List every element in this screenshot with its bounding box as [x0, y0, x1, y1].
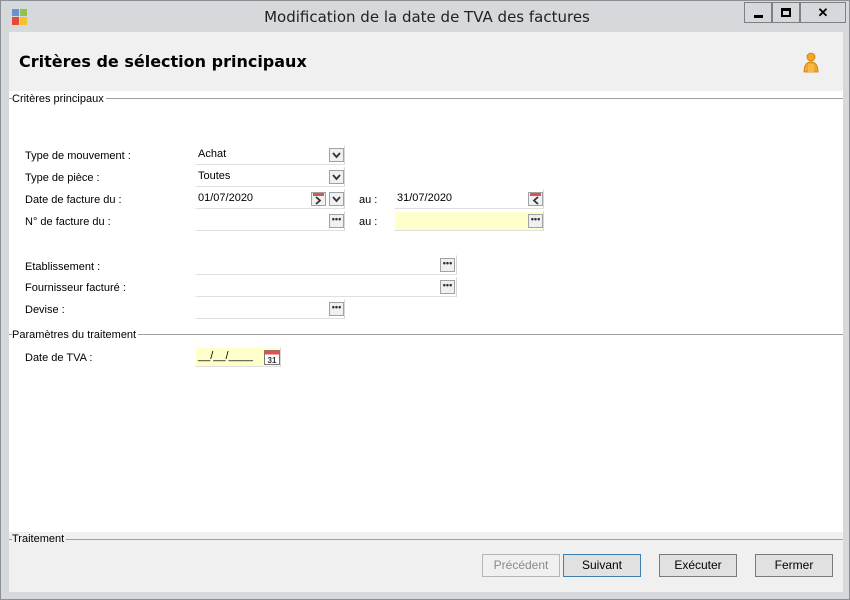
page-header: Critères de sélection principaux [9, 32, 843, 91]
close-form-button[interactable]: Fermer [755, 554, 833, 577]
type-mouvement-value: Achat [198, 148, 227, 160]
devise-label: Devise : [25, 304, 65, 316]
etablissement-field[interactable]: ••• [195, 255, 457, 275]
type-piece-label: Type de pièce : [25, 172, 100, 184]
date-facture-from-value: 01/07/2020 [198, 192, 254, 204]
ellipsis-icon[interactable]: ••• [329, 302, 344, 316]
type-piece-select[interactable]: Toutes [195, 167, 345, 187]
section-divider [9, 98, 843, 99]
execute-button[interactable]: Exécuter [659, 554, 737, 577]
window-title: Modification de la date de TVA des factu… [264, 8, 590, 26]
date-facture-label: Date de facture du : [25, 194, 122, 206]
title-bar[interactable]: Modification de la date de TVA des factu… [2, 2, 848, 30]
ellipsis-icon[interactable]: ••• [440, 258, 455, 272]
type-piece-value: Toutes [198, 170, 231, 182]
etablissement-label: Etablissement : [25, 261, 101, 273]
client-area: Critères de sélection principaux Critère… [9, 32, 843, 592]
date-tva-value: __/__/____ [198, 350, 254, 362]
devise-field[interactable]: ••• [195, 299, 345, 319]
num-facture-au-label: au : [359, 216, 378, 228]
ellipsis-icon[interactable]: ••• [329, 214, 344, 228]
next-button[interactable]: Suivant [563, 554, 641, 577]
svg-text:31: 31 [268, 356, 277, 365]
date-facture-to-field[interactable]: 31/07/2020 [394, 189, 544, 209]
previous-button[interactable]: Précédent [482, 554, 560, 577]
ellipsis-icon[interactable]: ••• [528, 214, 543, 228]
maximize-button[interactable] [772, 2, 800, 23]
calendar-back-icon[interactable] [528, 192, 543, 206]
person-icon[interactable] [802, 52, 820, 74]
close-icon: ✕ [817, 5, 829, 20]
chevron-down-icon[interactable] [329, 170, 344, 184]
section-label-params: Paramètres du traitement [12, 329, 139, 341]
date-facture-au-label: au : [359, 194, 378, 206]
section-label-treatment: Traitement [12, 533, 67, 545]
section-divider [9, 539, 843, 540]
calendar-icon[interactable]: 31 [264, 350, 280, 365]
section-label-main: Critères principaux [12, 93, 106, 105]
fournisseur-field[interactable]: ••• [195, 277, 457, 297]
num-facture-to-field[interactable]: ••• [394, 211, 544, 231]
minimize-icon [754, 15, 763, 18]
page-title: Critères de sélection principaux [19, 52, 307, 71]
num-facture-from-field[interactable]: ••• [195, 211, 345, 231]
chevron-down-icon[interactable] [329, 148, 344, 162]
chevron-down-icon[interactable] [329, 192, 344, 206]
date-facture-from-field[interactable]: 01/07/2020 [195, 189, 345, 209]
ellipsis-icon[interactable]: ••• [440, 280, 455, 294]
calendar-forward-icon[interactable] [311, 192, 326, 206]
minimize-button[interactable] [744, 2, 772, 23]
date-tva-label: Date de TVA : [25, 352, 93, 364]
num-facture-label: N° de facture du : [25, 216, 111, 228]
maximize-icon [781, 8, 791, 17]
app-window: Modification de la date de TVA des factu… [0, 0, 850, 600]
type-mouvement-label: Type de mouvement : [25, 150, 131, 162]
date-tva-field[interactable]: __/__/____ 31 [195, 347, 281, 367]
type-mouvement-select[interactable]: Achat [195, 145, 345, 165]
fournisseur-label: Fournisseur facturé : [25, 282, 126, 294]
date-facture-to-value: 31/07/2020 [397, 192, 453, 204]
close-button[interactable]: ✕ [800, 2, 846, 23]
